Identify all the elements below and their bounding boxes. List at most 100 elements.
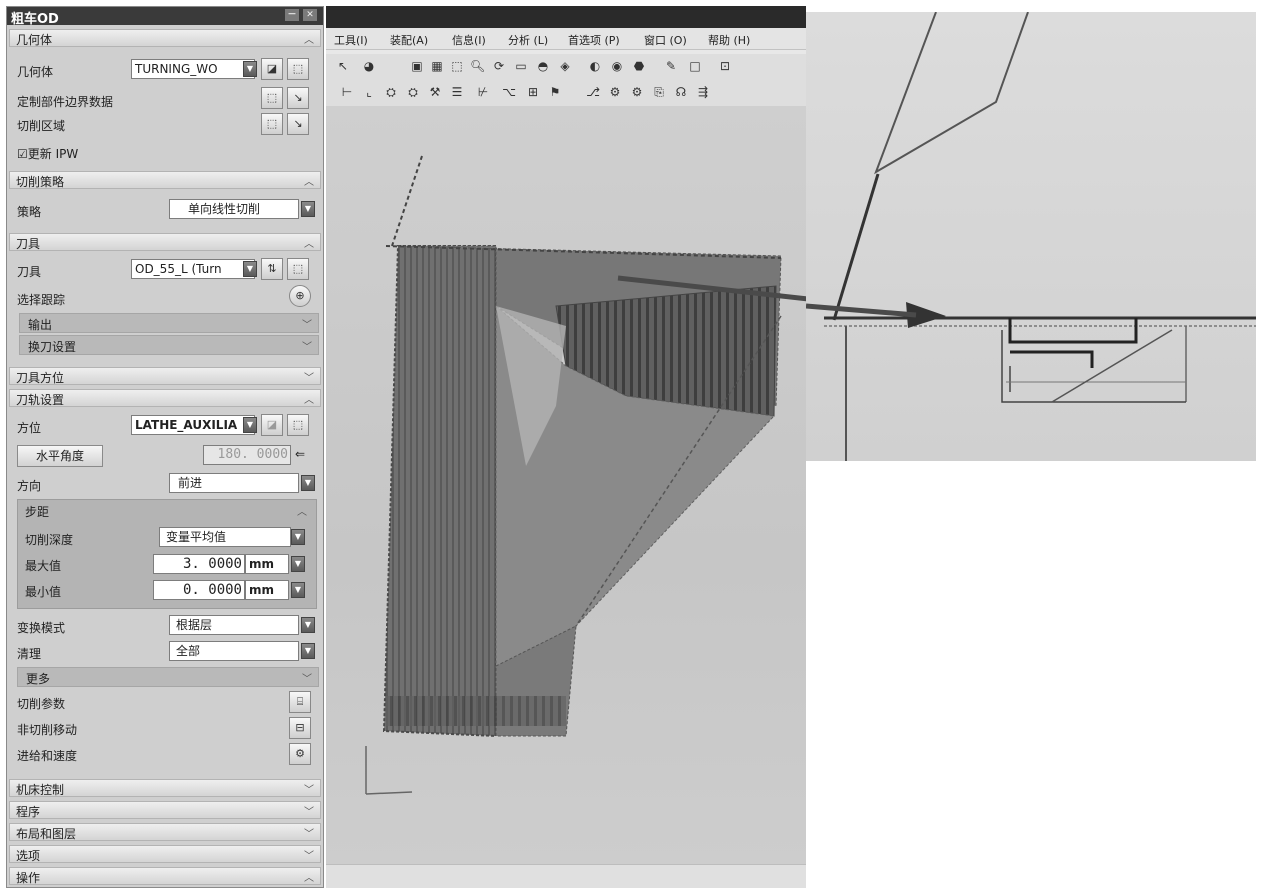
edit-orient-icon[interactable]: ⬚ — [287, 414, 309, 436]
close-button[interactable]: ✕ — [303, 9, 317, 21]
render-icon[interactable]: ◐ — [588, 59, 602, 73]
dropdown-arrow-icon[interactable]: ▼ — [291, 529, 305, 545]
max-unit-select[interactable]: mm — [245, 554, 289, 574]
menu-window[interactable]: 窗口 (O) — [644, 32, 687, 48]
menu-info[interactable]: 信息(I) — [452, 32, 486, 48]
section-tool[interactable]: 刀具 ︿ — [9, 233, 321, 251]
select-icon[interactable]: ↖ — [336, 59, 350, 73]
method-view-icon[interactable]: ⊞ — [526, 85, 540, 99]
simulate-icon[interactable]: ⚙ — [608, 85, 622, 99]
edit-geometry-icon[interactable]: ⬚ — [287, 58, 309, 80]
new-tool-icon[interactable]: ⇅ — [261, 258, 283, 280]
shop-doc-icon[interactable]: ⎘ — [652, 85, 666, 99]
graphics-viewport[interactable] — [326, 106, 927, 864]
update-ipw-checkbox[interactable]: ☑更新 IPW — [17, 145, 78, 162]
zoom-icon[interactable]: 🔍︎ — [470, 59, 485, 73]
section-tool-orientation[interactable]: 刀具方位 ﹀ — [9, 367, 321, 385]
layer-icon[interactable]: ◉ — [610, 59, 624, 73]
dropdown-arrow-icon[interactable]: ▼ — [291, 582, 305, 598]
display-icon[interactable]: ✎ — [664, 59, 678, 73]
subsection-more[interactable]: 更多 ﹀ — [17, 667, 319, 687]
geometry-select[interactable]: TURNING_WO — [131, 59, 255, 79]
verify-icon[interactable]: ⎇ — [586, 85, 600, 99]
dropdown-arrow-icon[interactable]: ▼ — [291, 556, 305, 572]
step-header: 步距 — [25, 505, 50, 519]
menu-assembly[interactable]: 装配(A) — [390, 32, 428, 48]
boundary-display-icon[interactable]: ↘ — [287, 87, 309, 109]
edit-tool-icon[interactable]: ⬚ — [287, 258, 309, 280]
create-operation-icon[interactable]: ⚒ — [428, 85, 442, 99]
orient-select[interactable]: LATHE_AUXILIA — [131, 415, 255, 435]
shade-icon[interactable]: ◓ — [536, 59, 550, 73]
create-tool-icon[interactable]: ⌞ — [362, 85, 376, 99]
angle-option-icon[interactable]: ⇐ — [295, 447, 305, 461]
region-specify-icon[interactable]: ⬚ — [261, 113, 283, 135]
nx-status-bar — [326, 864, 806, 888]
tool-select[interactable]: OD_55_L (Turn — [131, 259, 255, 279]
program-view-icon[interactable]: ☰ — [450, 85, 464, 99]
cut-params-icon[interactable]: ⌸ — [289, 691, 311, 713]
crosshair-icon[interactable]: ⊕ — [289, 285, 311, 307]
dropdown-arrow-icon[interactable]: ▼ — [301, 475, 315, 491]
view-icon[interactable]: ◕ — [362, 59, 376, 73]
non-cut-moves-icon[interactable]: ⊟ — [289, 717, 311, 739]
section-layout-layers[interactable]: 布局和图层 ﹀ — [9, 823, 321, 841]
dropdown-arrow-icon[interactable]: ▼ — [243, 261, 257, 277]
chevron-up-icon[interactable]: ︿ — [297, 503, 307, 518]
output-icon[interactable]: ⇶ — [696, 85, 710, 99]
dropdown-arrow-icon[interactable]: ▼ — [243, 417, 257, 433]
section-path-settings[interactable]: 刀轨设置 ︿ — [9, 389, 321, 407]
wireframe-icon[interactable]: ◈ — [558, 59, 572, 73]
min-value-field[interactable]: 0. 0000 — [153, 580, 245, 600]
direction-select[interactable]: 前进 — [169, 473, 299, 493]
menu-preferences[interactable]: 首选项 (P) — [568, 32, 620, 48]
menu-tools[interactable]: 工具(I) — [334, 32, 368, 48]
min-unit-select[interactable]: mm — [245, 580, 289, 600]
snap-icon[interactable]: ⊡ — [718, 59, 732, 73]
zoom-window-icon[interactable]: ⬚ — [450, 59, 464, 73]
dropdown-arrow-icon[interactable]: ▼ — [301, 643, 315, 659]
geometry-view-icon[interactable]: ⌥ — [502, 85, 516, 99]
cleanup-select[interactable]: 全部 — [169, 641, 299, 661]
material-icon[interactable]: ⬣ — [632, 59, 646, 73]
horizontal-angle-field[interactable]: 180. 0000 — [203, 445, 291, 465]
section-program[interactable]: 程序 ﹀ — [9, 801, 321, 819]
subsection-tool-change[interactable]: 换刀设置 ﹀ — [19, 335, 319, 355]
boundary-specify-icon[interactable]: ⬚ — [261, 87, 283, 109]
menu-analysis[interactable]: 分析 (L) — [508, 32, 548, 48]
minimize-button[interactable]: － — [285, 9, 299, 21]
dropdown-arrow-icon[interactable]: ▼ — [301, 201, 315, 217]
fit-icon[interactable]: ▣ — [410, 59, 424, 73]
feeds-speeds-icon[interactable]: ⚙ — [289, 743, 311, 765]
horizontal-angle-button[interactable]: 水平角度 — [17, 445, 103, 467]
machine-view-icon[interactable]: ⊬ — [476, 85, 490, 99]
section-machine-control[interactable]: 机床控制 ﹀ — [9, 779, 321, 797]
rotate-icon[interactable]: ⟳ — [492, 59, 506, 73]
frame-icon[interactable]: □ — [688, 59, 702, 73]
region-display-icon[interactable]: ↘ — [287, 113, 309, 135]
dropdown-arrow-icon[interactable]: ▼ — [243, 61, 257, 77]
create-program-icon[interactable]: ⊢ — [340, 85, 354, 99]
cut-depth-select[interactable]: 变量平均值 — [159, 527, 291, 547]
postprocess-icon[interactable]: ⚙ — [630, 85, 644, 99]
create-geometry-icon[interactable]: ⛭ — [384, 85, 398, 99]
layout-icon[interactable]: ▦ — [430, 59, 444, 73]
strategy-select[interactable]: 单向线性切削 — [169, 199, 299, 219]
chevron-down-icon: ﹀ — [304, 829, 314, 840]
non-cut-moves-label: 非切削移动 — [17, 723, 78, 737]
transform-mode-select[interactable]: 根据层 — [169, 615, 299, 635]
generate-icon[interactable]: ⚑ — [548, 85, 562, 99]
list-icon[interactable]: ☊ — [674, 85, 688, 99]
subsection-output[interactable]: 输出 ﹀ — [19, 313, 319, 333]
new-orient-icon[interactable]: ◪ — [261, 414, 283, 436]
create-method-icon[interactable]: ⛭ — [406, 85, 420, 99]
section-options[interactable]: 选项 ﹀ — [9, 845, 321, 863]
menu-help[interactable]: 帮助 (H) — [708, 32, 750, 48]
section-actions[interactable]: 操作 ︿ — [9, 867, 321, 885]
section-geometry[interactable]: 几何体 ︿ — [9, 29, 321, 47]
dropdown-arrow-icon[interactable]: ▼ — [301, 617, 315, 633]
section-strategy[interactable]: 切削策略 ︿ — [9, 171, 321, 189]
max-value-field[interactable]: 3. 0000 — [153, 554, 245, 574]
pan-icon[interactable]: ▭ — [514, 59, 528, 73]
new-geometry-icon[interactable]: ◪ — [261, 58, 283, 80]
